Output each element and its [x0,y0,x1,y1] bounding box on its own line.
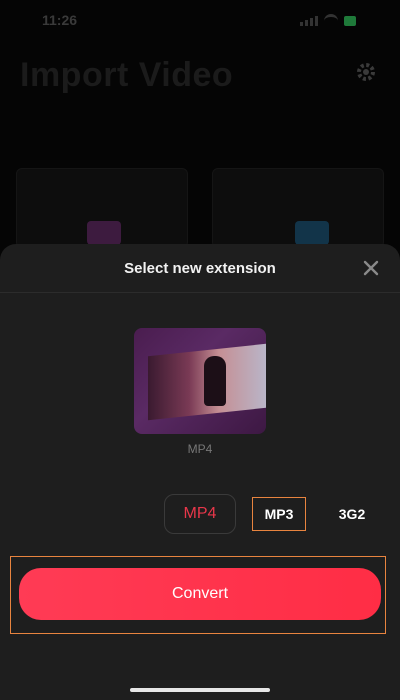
status-indicators [300,14,356,27]
video-subject [204,356,226,406]
gallery-card[interactable] [16,168,188,248]
format-option-mp4[interactable]: MP4 [164,494,236,534]
home-indicator[interactable] [130,688,270,692]
files-card[interactable] [212,168,384,248]
format-options: MP4 MP3 3G2 [164,494,372,534]
folder-icon [295,221,329,245]
gallery-icon [87,221,121,245]
video-thumbnail [134,328,266,434]
sheet-header: Select new extension [0,244,400,293]
close-icon[interactable] [362,259,380,277]
format-option-mp3[interactable]: MP3 [252,497,306,531]
status-time: 11:26 [42,12,78,28]
signal-icon [300,15,318,26]
sheet-title: Select new extension [124,260,276,277]
convert-button[interactable]: Convert [19,568,381,620]
status-bar: 11:26 [0,0,400,40]
extension-sheet: Select new extension MP4 MP4 MP3 3G2 Con… [0,244,400,700]
source-format-label: MP4 [187,442,213,456]
format-option-3g2[interactable]: 3G2 [332,494,372,534]
page-title: Import Video [20,56,234,94]
gear-icon[interactable] [354,60,378,84]
wifi-icon [324,14,338,27]
battery-icon [344,15,356,26]
import-options [16,168,384,248]
